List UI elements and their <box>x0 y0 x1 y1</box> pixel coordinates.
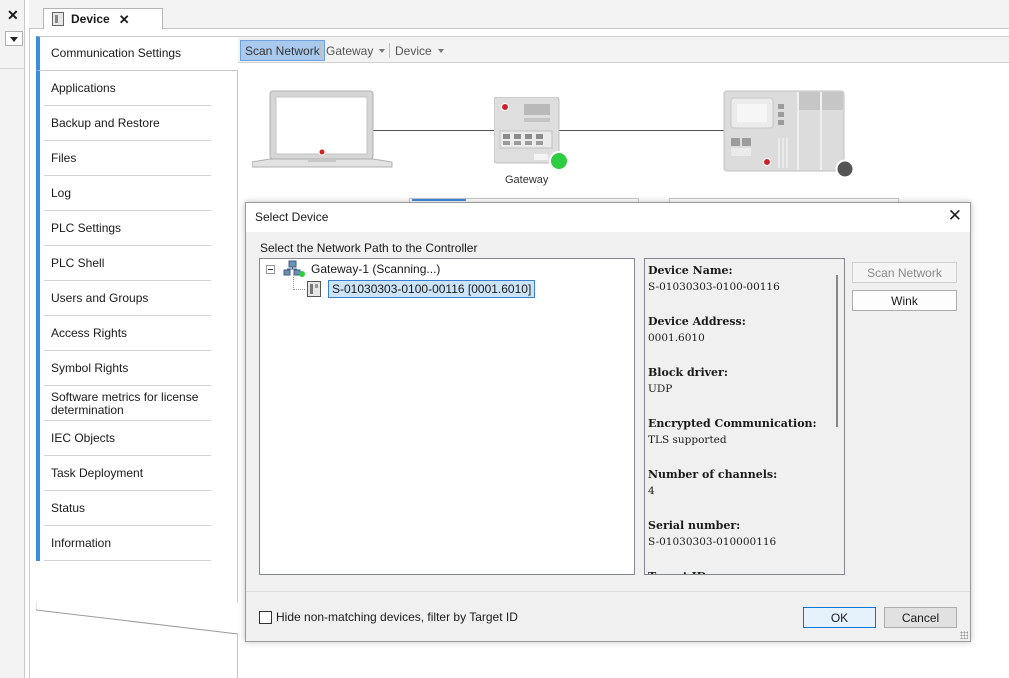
sidebar-item-label: Symbol Rights <box>51 361 129 375</box>
sidebar-item-iec-objects[interactable]: IEC Objects <box>36 421 211 456</box>
cancel-button[interactable]: Cancel <box>884 607 957 628</box>
sidebar-item-label: Status <box>51 501 86 515</box>
plc-device-icon <box>307 281 321 297</box>
info-label: Serial number: <box>648 519 741 532</box>
collapse-icon[interactable] <box>266 265 275 274</box>
hide-non-matching-checkbox[interactable]: Hide non-matching devices, filter by Tar… <box>259 610 518 624</box>
device-menu-label: Device <box>395 43 432 58</box>
tree-node-device[interactable]: S-01030303-0100-00116 [0001.6010] <box>307 280 536 298</box>
info-value: 4 <box>648 485 655 497</box>
tree-node-gateway[interactable]: Gateway-1 (Scanning...) <box>283 260 440 278</box>
scan-network-toolbar-button[interactable]: Scan Network <box>240 40 325 61</box>
info-label: Device Address: <box>648 315 746 328</box>
connection-line <box>559 130 724 131</box>
sidebar-item-software-metrics-for-license-determination[interactable]: Software metrics for license determinati… <box>36 386 211 421</box>
network-path-caption: Select the Network Path to the Controlle… <box>260 241 478 255</box>
hide-non-matching-label: Hide non-matching devices, filter by Tar… <box>276 610 518 624</box>
sidebar-item-files[interactable]: Files <box>36 141 211 176</box>
sidebar-item-label: Task Deployment <box>51 466 144 480</box>
info-value: UDP <box>648 383 673 395</box>
device-node-label: S-01030303-0100-00116 [0001.6010] <box>328 280 536 298</box>
close-icon[interactable]: ✕ <box>119 13 130 26</box>
gateway-node-label: Gateway-1 (Scanning...) <box>311 262 441 276</box>
laptop-icon[interactable] <box>252 90 394 172</box>
gateway-menu-label: Gateway <box>326 43 374 58</box>
toolbar-separator <box>320 43 321 58</box>
dialog-title-bar: Select Device ✕ <box>246 203 970 232</box>
sidebar-item-task-deployment[interactable]: Task Deployment <box>36 456 211 491</box>
info-scrollbar-thumb[interactable] <box>836 275 838 427</box>
wink-button[interactable]: Wink <box>852 290 957 311</box>
sidebar-item-label: PLC Shell <box>51 256 105 270</box>
document-tab-strip: Device ✕ <box>29 0 1009 29</box>
sidebar-bottom-edge <box>36 602 238 678</box>
device-info-panel: Device Name: S-01030303-0100-00116 Device … <box>644 258 845 575</box>
sidebar-item-label: Backup and Restore <box>51 116 160 130</box>
dialog-title: Select Device <box>255 210 329 224</box>
tab-title: Device <box>71 12 110 26</box>
sidebar-item-label: PLC Settings <box>51 221 122 235</box>
divider <box>246 591 970 592</box>
tab-device[interactable]: Device ✕ <box>43 8 163 29</box>
select-device-dialog: Select Device ✕ Select the Network Path … <box>245 202 971 642</box>
chevron-down-icon <box>379 48 386 53</box>
sidebar-item-plc-shell[interactable]: PLC Shell <box>36 246 211 281</box>
info-label: Encrypted Communication: <box>648 417 817 430</box>
info-label: Target ID: <box>648 568 834 574</box>
sidebar-item-label: Users and Groups <box>51 291 149 305</box>
device-editor-sidebar: Communication Settings Applications Backup… <box>36 36 238 678</box>
controller-icon[interactable] <box>723 90 858 182</box>
info-label: Number of channels: <box>648 468 778 481</box>
info-value: TLS supported <box>648 434 727 446</box>
sidebar-item-log[interactable]: Log <box>36 176 211 211</box>
sidebar-item-symbol-rights[interactable]: Symbol Rights <box>36 351 211 386</box>
gateway-label: Gateway <box>505 174 549 186</box>
sidebar-item-label: Access Rights <box>51 326 128 340</box>
scan-network-button[interactable]: Scan Network <box>852 262 957 283</box>
info-value: S-01030303-0100-00116 <box>648 281 780 293</box>
checkbox-box[interactable] <box>259 610 272 624</box>
left-panel-dropdown-button[interactable] <box>5 31 23 46</box>
sidebar-item-label: Applications <box>51 81 116 95</box>
network-gateway-icon <box>283 260 305 277</box>
info-label: Device Name: <box>648 264 733 277</box>
left-panel-stub: ✕ <box>0 0 25 678</box>
chevron-down-icon <box>437 48 444 53</box>
info-value: S-01030303-010000116 <box>648 536 777 548</box>
toolbar-separator <box>389 43 390 58</box>
sidebar-item-information[interactable]: Information <box>36 526 211 561</box>
close-icon[interactable]: ✕ <box>948 207 962 225</box>
device-icon <box>52 12 64 26</box>
sidebar-item-label: Information <box>51 536 112 550</box>
sidebar-item-status[interactable]: Status <box>36 491 211 526</box>
left-panel-close-icon[interactable]: ✕ <box>7 8 19 22</box>
resize-grip-icon[interactable] <box>960 631 968 639</box>
device-menu[interactable]: Device <box>395 40 444 61</box>
sidebar-item-applications[interactable]: Applications <box>36 71 211 106</box>
sidebar-item-plc-settings[interactable]: PLC Settings <box>36 211 211 246</box>
sidebar-item-users-and-groups[interactable]: Users and Groups <box>36 281 211 316</box>
communication-toolbar: Scan Network Gateway Device <box>238 36 1009 63</box>
sidebar-item-communication-settings[interactable]: Communication Settings <box>36 36 238 71</box>
gateway-icon[interactable] <box>494 97 574 175</box>
sidebar-item-label: Log <box>51 186 72 200</box>
info-value: 0001.6010 <box>648 332 705 344</box>
sidebar-item-label: Communication Settings <box>51 46 182 60</box>
sidebar-item-label: Software metrics for license determinati… <box>51 389 199 417</box>
sidebar-item-backup-and-restore[interactable]: Backup and Restore <box>36 106 211 141</box>
sidebar-item-label: IEC Objects <box>51 431 116 445</box>
network-tree[interactable]: Gateway-1 (Scanning...) S-01030303-0100-… <box>259 258 635 575</box>
sidebar-item-label: Files <box>51 151 77 165</box>
tree-connector <box>293 289 305 290</box>
info-label: Block driver: <box>648 366 728 379</box>
ok-button[interactable]: OK <box>803 607 876 628</box>
sidebar-item-access-rights[interactable]: Access Rights <box>36 316 211 351</box>
divider <box>0 68 25 69</box>
gateway-menu[interactable]: Gateway <box>326 40 386 61</box>
